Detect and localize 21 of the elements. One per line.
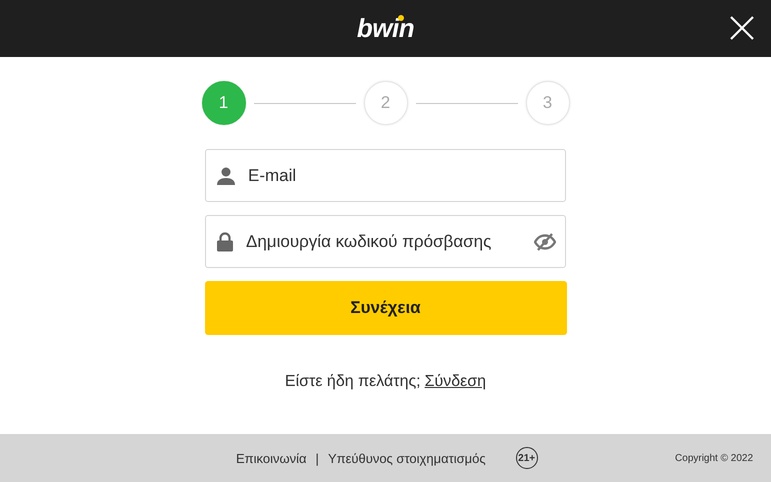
copyright-text: Copyright © 2022 — [675, 452, 753, 464]
step-indicator: 1 — [202, 81, 246, 125]
logo: bwin — [356, 13, 414, 44]
close-icon — [730, 16, 754, 40]
lock-icon — [216, 232, 234, 252]
password-field[interactable]: Δημιουργία κωδικού πρόσβασης — [244, 230, 534, 252]
email-field[interactable]: E-mail — [246, 164, 565, 186]
footer-link[interactable]: Επικοινωνία — [236, 450, 307, 466]
login-link[interactable]: Σύνδεση — [424, 373, 486, 391]
eye-slash-icon[interactable] — [534, 232, 556, 250]
separator: | — [316, 450, 319, 466]
age-badge: 21+ — [516, 447, 538, 469]
step-indicator: 3 — [526, 81, 570, 125]
close-button[interactable] — [730, 16, 754, 40]
person-icon — [216, 166, 236, 186]
login-prompt: Είστε ήδη πελάτης; — [284, 373, 421, 391]
continue-button[interactable]: Συνέχεια — [204, 281, 566, 335]
password-field[interactable]: Δημιουργία κωδικού πρόσβασης — [205, 215, 566, 268]
email-field[interactable]: E-mail — [205, 149, 566, 202]
step-indicator: 2 — [364, 81, 408, 125]
footer-link[interactable]: Υπεύθυνος στοιχηματισμός — [328, 450, 486, 466]
